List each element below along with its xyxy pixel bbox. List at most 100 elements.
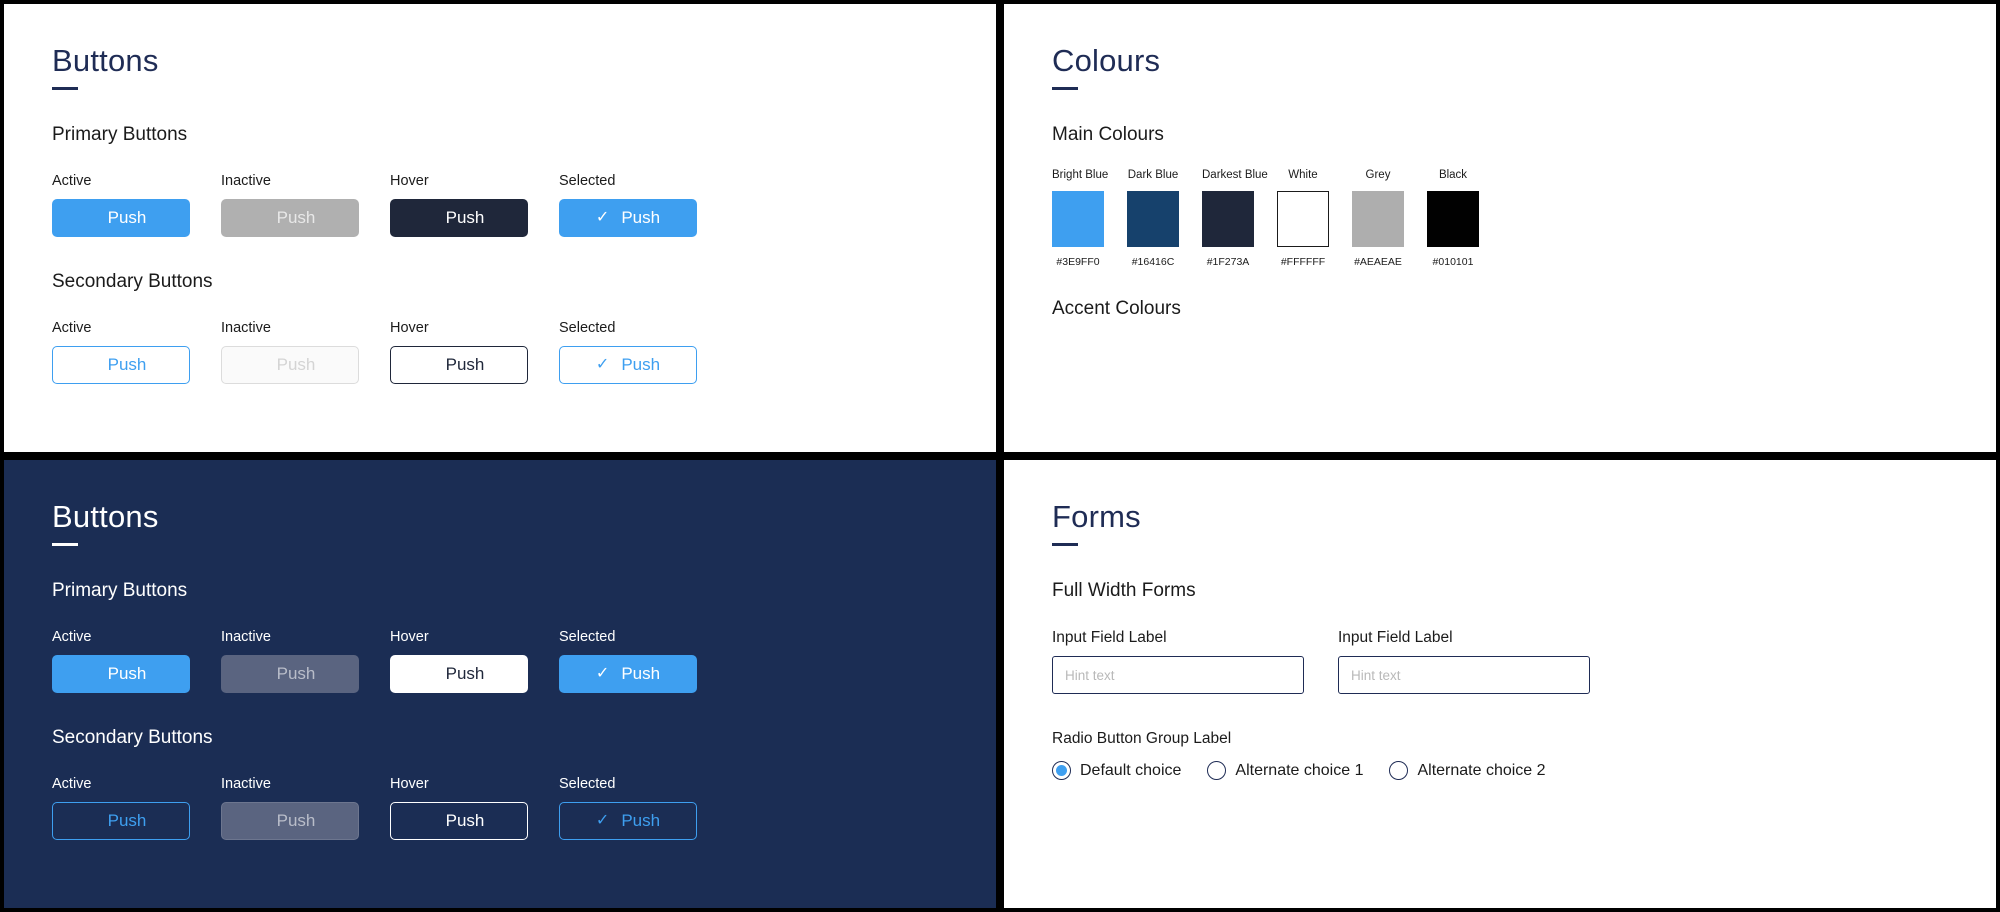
check-icon: ✓ xyxy=(595,356,610,374)
button-label: Push xyxy=(445,811,485,831)
check-icon: ✓ xyxy=(595,209,610,227)
button-cell-active: Active Push xyxy=(52,173,190,238)
button-cell-inactive: Inactive Push xyxy=(221,172,359,238)
section-secondary-buttons-dark: Secondary Buttons xyxy=(52,727,213,749)
button-cell-active: Active Push xyxy=(52,320,190,385)
primary-push-button-inactive[interactable]: Push xyxy=(221,655,359,694)
button-cell-selected: Selected ✓ Push xyxy=(559,776,697,841)
button-label: Push xyxy=(276,208,316,228)
radio-group-label: Radio Button Group Label xyxy=(1052,730,1232,748)
primary-push-button-hover[interactable]: Push xyxy=(390,199,528,238)
button-label: Push xyxy=(107,208,147,228)
button-label: Push xyxy=(445,664,485,684)
secondary-push-button-selected[interactable]: ✓ Push xyxy=(559,346,697,385)
swatch-hex-label: #16416C xyxy=(1131,255,1175,268)
state-label-active: Active xyxy=(52,320,92,337)
secondary-push-button-hover[interactable]: Push xyxy=(390,346,528,385)
button-cell-selected: Selected ✓ Push xyxy=(559,628,697,694)
button-label: Push xyxy=(621,664,661,684)
title-underline xyxy=(1052,543,1078,547)
panel-buttons-light: Buttons Primary Buttons Active Push Inac… xyxy=(0,0,1000,456)
secondary-push-button-active[interactable]: Push xyxy=(52,802,190,841)
button-cell-selected: Selected ✓ Push xyxy=(559,320,697,385)
radio-dot-icon[interactable] xyxy=(1207,761,1227,781)
primary-buttons-row-light: Active Push Inactive Push Hover Push Sel… xyxy=(52,172,948,238)
button-cell-hover: Hover Push xyxy=(390,776,528,841)
swatch-white: White #FFFFFF xyxy=(1277,169,1329,268)
input-field-label: Input Field Label xyxy=(1338,628,1453,646)
page-title-buttons-dark: Buttons xyxy=(52,499,159,534)
state-label-hover: Hover xyxy=(390,628,429,645)
radio-dot-icon[interactable] xyxy=(1389,761,1409,781)
title-underline xyxy=(1052,87,1078,91)
state-label-active: Active xyxy=(52,628,92,645)
swatch-darkest-blue: Darkest Blue #1F273A xyxy=(1202,169,1268,268)
state-label-active: Active xyxy=(52,776,92,793)
radio-button-group: Default choice Alternate choice 1 Altern… xyxy=(1052,761,1948,781)
button-label: Push xyxy=(107,811,147,831)
primary-push-button-active[interactable]: Push xyxy=(52,655,190,694)
section-secondary-buttons-light: Secondary Buttons xyxy=(52,271,213,293)
panel-colours: Colours Main Colours Bright Blue #3E9FF0… xyxy=(1000,0,2000,456)
state-label-inactive: Inactive xyxy=(221,628,271,645)
text-input-2[interactable] xyxy=(1338,656,1590,695)
swatch-hex-label: #FFFFFF xyxy=(1280,255,1326,268)
secondary-push-button-inactive[interactable]: Push xyxy=(221,346,359,385)
primary-push-button-selected[interactable]: ✓ Push xyxy=(559,199,697,238)
button-cell-active: Active Push xyxy=(52,776,190,841)
swatch-colour-box xyxy=(1277,190,1329,247)
button-cell-inactive: Inactive Push xyxy=(221,628,359,694)
swatch-colour-box xyxy=(1052,190,1104,247)
check-icon: ✓ xyxy=(595,812,610,830)
button-label: Push xyxy=(621,208,661,228)
primary-push-button-selected[interactable]: ✓ Push xyxy=(559,655,697,694)
swatch-black: Black #010101 xyxy=(1427,169,1479,268)
secondary-buttons-row-dark: Active Push Inactive Push Hover Push Sel… xyxy=(52,776,948,841)
radio-item-alternate-choice-2[interactable]: Alternate choice 2 xyxy=(1389,761,1546,781)
state-label-selected: Selected xyxy=(559,172,616,189)
swatch-dark-blue: Dark Blue #16416C xyxy=(1127,169,1179,268)
page-title-colours: Colours xyxy=(1052,43,1161,78)
swatch-name: Bright Blue xyxy=(1052,168,1109,181)
form-field-1: Input Field Label xyxy=(1052,629,1304,695)
secondary-push-button-hover[interactable]: Push xyxy=(390,802,528,841)
state-label-selected: Selected xyxy=(559,320,616,337)
button-cell-hover: Hover Push xyxy=(390,172,528,238)
button-cell-hover: Hover Push xyxy=(390,320,528,385)
primary-push-button-hover[interactable]: Push xyxy=(390,655,528,694)
page-title-buttons-light: Buttons xyxy=(52,43,159,78)
radio-item-alternate-choice-1[interactable]: Alternate choice 1 xyxy=(1207,761,1363,781)
primary-push-button-inactive[interactable]: Push xyxy=(221,199,359,238)
section-primary-buttons-dark: Primary Buttons xyxy=(52,580,188,602)
radio-label: Alternate choice 2 xyxy=(1417,762,1546,780)
secondary-push-button-inactive[interactable]: Push xyxy=(221,802,359,841)
form-field-2: Input Field Label xyxy=(1338,629,1590,695)
check-icon: ✓ xyxy=(595,665,610,683)
state-label-selected: Selected xyxy=(559,628,616,645)
button-label: Push xyxy=(276,355,316,375)
section-main-colours: Main Colours xyxy=(1052,124,1164,146)
secondary-push-button-active[interactable]: Push xyxy=(52,346,190,385)
button-cell-selected: Selected ✓ Push xyxy=(559,172,697,238)
main-colours-swatch-row: Bright Blue #3E9FF0 Dark Blue #16416C Da… xyxy=(1052,169,1948,268)
title-underline xyxy=(52,543,78,547)
button-cell-hover: Hover Push xyxy=(390,628,528,694)
panel-buttons-dark: Buttons Primary Buttons Active Push Inac… xyxy=(0,456,1000,912)
text-input-1[interactable] xyxy=(1052,656,1304,695)
secondary-push-button-selected[interactable]: ✓ Push xyxy=(559,802,697,841)
primary-push-button-active[interactable]: Push xyxy=(52,199,190,238)
radio-item-default-choice[interactable]: Default choice xyxy=(1052,761,1182,781)
title-underline xyxy=(52,87,78,91)
button-label: Push xyxy=(107,355,147,375)
swatch-name: Grey xyxy=(1365,168,1391,181)
swatch-hex-label: #3E9FF0 xyxy=(1056,255,1100,268)
input-fields-row: Input Field Label Input Field Label xyxy=(1052,629,1948,695)
state-label-inactive: Inactive xyxy=(221,776,271,793)
state-label-inactive: Inactive xyxy=(221,172,271,189)
radio-label: Default choice xyxy=(1080,762,1182,780)
state-label-hover: Hover xyxy=(390,172,429,189)
button-cell-inactive: Inactive Push xyxy=(221,776,359,841)
button-label: Push xyxy=(276,664,316,684)
radio-dot-icon[interactable] xyxy=(1052,761,1071,781)
primary-buttons-row-dark: Active Push Inactive Push Hover Push Sel… xyxy=(52,628,948,694)
